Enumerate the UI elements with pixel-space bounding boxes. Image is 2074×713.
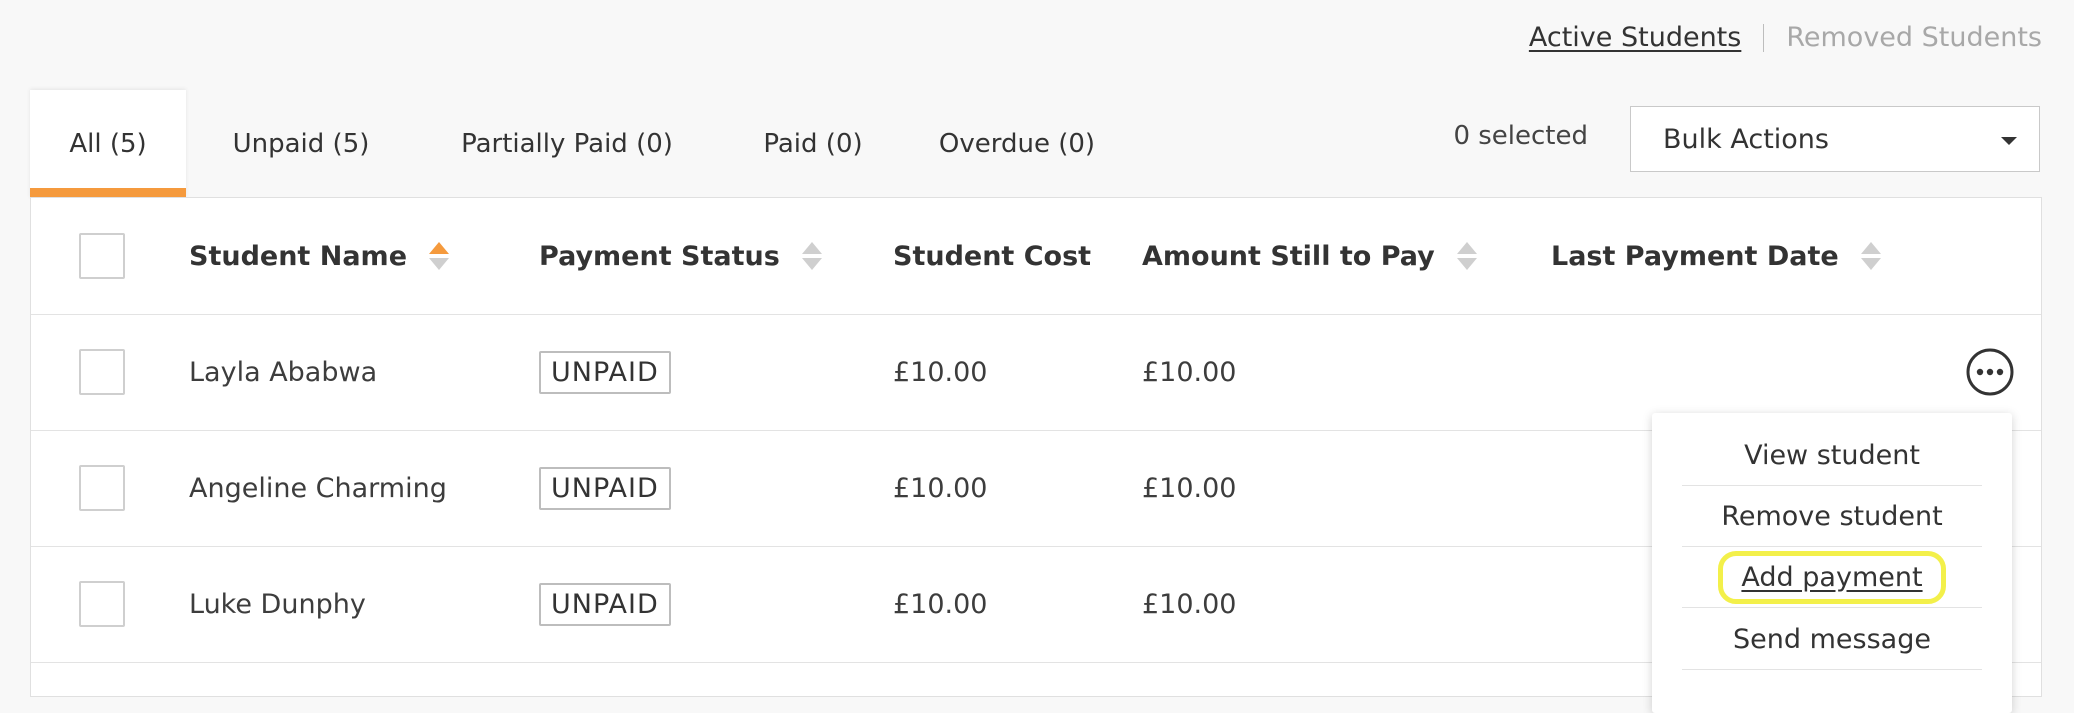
column-header-label: Student Name <box>189 240 408 272</box>
tab-paid[interactable]: Paid (0) <box>718 90 908 198</box>
column-header-student-cost: Student Cost <box>893 198 1091 314</box>
status-cell: UNPAID <box>539 430 671 546</box>
tab-unpaid[interactable]: Unpaid (5) <box>186 90 416 198</box>
amount-still-to-pay: £10.00 <box>1142 356 1237 388</box>
row-checkbox-cell <box>79 546 125 662</box>
menu-item-send-message[interactable]: Send message <box>1682 609 1982 670</box>
student-cost: £10.00 <box>893 472 988 504</box>
student-name: Layla Ababwa <box>189 356 378 388</box>
sort-icon <box>429 242 450 270</box>
column-header-student-name[interactable]: Student Name <box>189 198 450 314</box>
link-divider <box>1763 23 1765 52</box>
bulk-actions-label: Bulk Actions <box>1663 123 1829 155</box>
column-header-label: Payment Status <box>539 240 780 272</box>
column-header-label: Student Cost <box>893 240 1092 272</box>
table-header-row: Student Name Payment Status Student Cost… <box>31 198 2041 315</box>
column-header-label: Amount Still to Pay <box>1142 240 1435 272</box>
removed-students-link[interactable]: Removed Students <box>1786 22 2042 53</box>
row-checkbox[interactable] <box>79 581 125 627</box>
row-checkbox[interactable] <box>79 349 125 395</box>
student-cost: £10.00 <box>893 356 988 388</box>
sort-icon <box>1860 242 1881 270</box>
student-cost: £10.00 <box>893 588 988 620</box>
row-actions-menu: View student Remove student Add payment … <box>1652 413 2012 713</box>
status-badge: UNPAID <box>539 466 671 510</box>
tab-all[interactable]: All (5) <box>30 90 186 198</box>
menu-item-view-student[interactable]: View student <box>1682 425 1982 486</box>
tab-overdue[interactable]: Overdue (0) <box>908 90 1126 198</box>
status-badge: UNPAID <box>539 582 671 626</box>
sort-icon <box>1456 242 1477 270</box>
header-checkbox-cell <box>79 198 125 314</box>
status-badge: UNPAID <box>539 350 671 394</box>
status-cell: UNPAID <box>539 314 671 430</box>
selected-count: 0 selected <box>1453 121 1588 151</box>
more-options-icon[interactable] <box>1965 347 2015 397</box>
amount-still-to-pay: £10.00 <box>1142 588 1237 620</box>
column-header-label: Last Payment Date <box>1551 240 1839 272</box>
row-checkbox[interactable] <box>79 465 125 511</box>
amount-still-to-pay: £10.00 <box>1142 472 1237 504</box>
menu-item-remove-student[interactable]: Remove student <box>1682 486 1982 547</box>
tab-partially-paid[interactable]: Partially Paid (0) <box>416 90 718 198</box>
row-checkbox-cell <box>79 314 125 430</box>
payment-status-tabs: All (5) Unpaid (5) Partially Paid (0) Pa… <box>30 90 1126 198</box>
sort-icon <box>801 242 822 270</box>
row-checkbox-cell <box>79 430 125 546</box>
status-cell: UNPAID <box>539 546 671 662</box>
student-name: Angeline Charming <box>189 472 447 504</box>
column-header-payment-status[interactable]: Payment Status <box>539 198 822 314</box>
bulk-actions-select[interactable]: Bulk Actions <box>1630 106 2040 172</box>
student-view-switcher: Active Students Removed Students <box>1529 22 2042 53</box>
column-header-last-payment-date[interactable]: Last Payment Date <box>1551 198 1881 314</box>
menu-item-add-payment[interactable]: Add payment <box>1682 547 1982 608</box>
select-all-checkbox[interactable] <box>79 233 125 279</box>
column-header-amount-still-to-pay[interactable]: Amount Still to Pay <box>1142 198 1477 314</box>
active-students-link[interactable]: Active Students <box>1529 22 1741 53</box>
student-name: Luke Dunphy <box>189 588 366 620</box>
add-payment-link[interactable]: Add payment <box>1718 550 1946 604</box>
chevron-down-icon <box>2001 137 2017 145</box>
